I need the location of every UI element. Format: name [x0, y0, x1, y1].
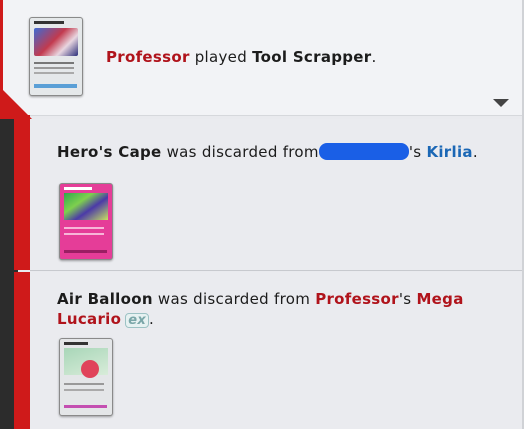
chevron-down-icon[interactable]	[493, 99, 509, 107]
player-name: Professor	[315, 290, 399, 308]
air-balloon-card-image[interactable]	[59, 338, 113, 416]
player-name: Professor	[106, 48, 190, 66]
pokemon-name-part: Mega	[416, 290, 464, 308]
tool-scrapper-card-image[interactable]	[29, 17, 83, 96]
ex-badge-icon: ex	[125, 313, 150, 328]
card-name: Hero's Cape	[57, 143, 162, 161]
game-log-panel: Professor played Tool Scrapper. Hero's C…	[0, 0, 524, 429]
log-message: Hero's Cape was discarded from's Kirlia.	[57, 143, 478, 161]
entry-accent-strip	[14, 119, 30, 270]
entry-accent-strip	[14, 272, 30, 429]
redacted-player-name	[318, 143, 409, 160]
card-name: Tool Scrapper	[252, 48, 372, 66]
log-entry-tool-scrapper[interactable]: Professor played Tool Scrapper.	[0, 0, 522, 116]
card-name: Air Balloon	[57, 290, 153, 308]
accent-border	[0, 0, 3, 96]
log-message: Professor played Tool Scrapper.	[106, 48, 377, 66]
log-message: Air Balloon was discarded from Professor…	[57, 290, 464, 328]
pokemon-name: Kirlia	[426, 143, 473, 161]
pokemon-name-part: Lucario	[57, 310, 122, 328]
heros-cape-card-image[interactable]	[59, 183, 113, 260]
